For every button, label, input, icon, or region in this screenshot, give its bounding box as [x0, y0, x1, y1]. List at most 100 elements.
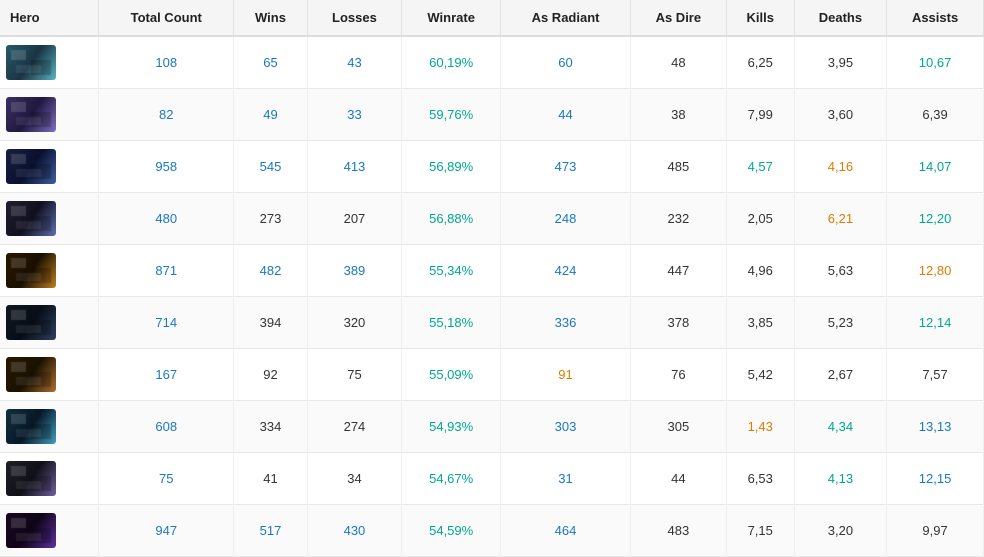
- table-cell: 92: [234, 349, 307, 401]
- hero-cell[interactable]: [0, 401, 99, 453]
- table-cell: 13,13: [887, 401, 984, 453]
- table-cell: 14,07: [887, 141, 984, 193]
- table-header-row: Hero Total Count Wins Losses Winrate As …: [0, 0, 984, 36]
- table-cell: 12,15: [887, 453, 984, 505]
- table-cell: 54,67%: [402, 453, 501, 505]
- table-cell: 545: [234, 141, 307, 193]
- table-cell: 378: [631, 297, 727, 349]
- table-cell: 480: [99, 193, 234, 245]
- table-cell: 75: [307, 349, 402, 401]
- hero-cell[interactable]: [0, 505, 99, 557]
- table-row: 94751743054,59%4644837,153,209,97: [0, 505, 984, 557]
- table-cell: 49: [234, 89, 307, 141]
- table-cell: 31: [501, 453, 631, 505]
- col-total-count[interactable]: Total Count: [99, 0, 234, 36]
- table-cell: 394: [234, 297, 307, 349]
- table-cell: 44: [501, 89, 631, 141]
- table-cell: 3,95: [794, 36, 886, 89]
- hero-cell[interactable]: [0, 245, 99, 297]
- table-cell: 38: [631, 89, 727, 141]
- table-row: 60833427454,93%3033051,434,3413,13: [0, 401, 984, 453]
- table-cell: 958: [99, 141, 234, 193]
- table-cell: 2,05: [726, 193, 794, 245]
- table-cell: 274: [307, 401, 402, 453]
- table-row: 87148238955,34%4244474,965,6312,80: [0, 245, 984, 297]
- col-hero[interactable]: Hero: [0, 0, 99, 36]
- table-cell: 6,53: [726, 453, 794, 505]
- hero-cell[interactable]: [0, 297, 99, 349]
- table-cell: 320: [307, 297, 402, 349]
- table-cell: 5,23: [794, 297, 886, 349]
- table-cell: 336: [501, 297, 631, 349]
- table-cell: 714: [99, 297, 234, 349]
- table-cell: 108: [99, 36, 234, 89]
- table-cell: 34: [307, 453, 402, 505]
- table-cell: 6,25: [726, 36, 794, 89]
- table-cell: 4,96: [726, 245, 794, 297]
- table-row: 75413454,67%31446,534,1312,15: [0, 453, 984, 505]
- table-cell: 55,09%: [402, 349, 501, 401]
- table-row: 48027320756,88%2482322,056,2112,20: [0, 193, 984, 245]
- table-cell: 4,34: [794, 401, 886, 453]
- hero-cell[interactable]: [0, 36, 99, 89]
- table-cell: 482: [234, 245, 307, 297]
- col-winrate[interactable]: Winrate: [402, 0, 501, 36]
- hero-cell[interactable]: [0, 349, 99, 401]
- table-cell: 12,20: [887, 193, 984, 245]
- table-cell: 48: [631, 36, 727, 89]
- col-wins[interactable]: Wins: [234, 0, 307, 36]
- table-cell: 5,63: [794, 245, 886, 297]
- table-cell: 413: [307, 141, 402, 193]
- table-cell: 65: [234, 36, 307, 89]
- col-losses[interactable]: Losses: [307, 0, 402, 36]
- table-cell: 82: [99, 89, 234, 141]
- table-cell: 7,99: [726, 89, 794, 141]
- table-cell: 517: [234, 505, 307, 557]
- table-cell: 33: [307, 89, 402, 141]
- table-row: 82493359,76%44387,993,606,39: [0, 89, 984, 141]
- table-cell: 91: [501, 349, 631, 401]
- table-cell: 7,15: [726, 505, 794, 557]
- col-as-radiant[interactable]: As Radiant: [501, 0, 631, 36]
- table-cell: 54,93%: [402, 401, 501, 453]
- table-row: 95854541356,89%4734854,574,1614,07: [0, 141, 984, 193]
- table-cell: 55,34%: [402, 245, 501, 297]
- table-cell: 54,59%: [402, 505, 501, 557]
- table-cell: 207: [307, 193, 402, 245]
- table-cell: 485: [631, 141, 727, 193]
- col-deaths[interactable]: Deaths: [794, 0, 886, 36]
- col-kills[interactable]: Kills: [726, 0, 794, 36]
- hero-cell[interactable]: [0, 141, 99, 193]
- table-cell: 60: [501, 36, 631, 89]
- hero-cell[interactable]: [0, 89, 99, 141]
- table-cell: 3,20: [794, 505, 886, 557]
- col-assists[interactable]: Assists: [887, 0, 984, 36]
- table-cell: 12,14: [887, 297, 984, 349]
- table-cell: 430: [307, 505, 402, 557]
- table-cell: 60,19%: [402, 36, 501, 89]
- col-as-dire[interactable]: As Dire: [631, 0, 727, 36]
- table-cell: 76: [631, 349, 727, 401]
- table-cell: 6,21: [794, 193, 886, 245]
- table-cell: 473: [501, 141, 631, 193]
- table-cell: 608: [99, 401, 234, 453]
- table-cell: 10,67: [887, 36, 984, 89]
- table-cell: 232: [631, 193, 727, 245]
- table-cell: 4,13: [794, 453, 886, 505]
- table-cell: 1,43: [726, 401, 794, 453]
- table-cell: 7,57: [887, 349, 984, 401]
- table-cell: 273: [234, 193, 307, 245]
- table-cell: 12,80: [887, 245, 984, 297]
- table-cell: 55,18%: [402, 297, 501, 349]
- table-cell: 447: [631, 245, 727, 297]
- table-cell: 305: [631, 401, 727, 453]
- table-cell: 6,39: [887, 89, 984, 141]
- hero-cell[interactable]: [0, 453, 99, 505]
- table-cell: 5,42: [726, 349, 794, 401]
- table-cell: 4,57: [726, 141, 794, 193]
- table-row: 71439432055,18%3363783,855,2312,14: [0, 297, 984, 349]
- table-cell: 248: [501, 193, 631, 245]
- table-cell: 334: [234, 401, 307, 453]
- hero-cell[interactable]: [0, 193, 99, 245]
- table-cell: 947: [99, 505, 234, 557]
